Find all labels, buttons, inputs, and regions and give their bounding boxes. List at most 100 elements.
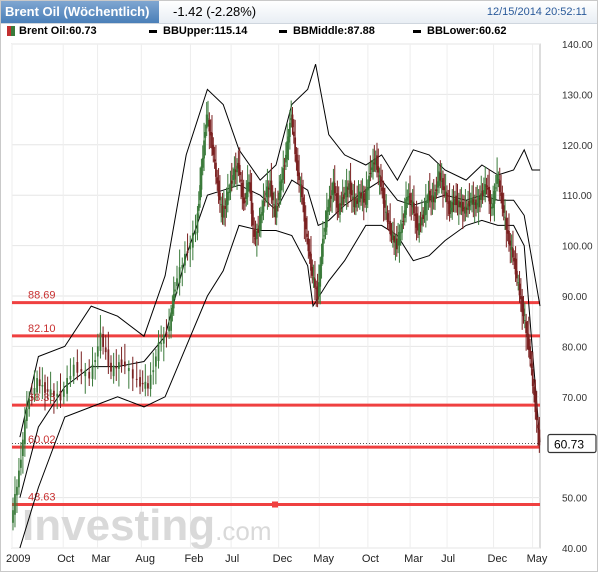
candle-body xyxy=(181,265,184,269)
candle-body xyxy=(413,203,415,214)
candle-body xyxy=(76,362,79,373)
x-tick-label: Dec xyxy=(488,553,508,565)
candle-body xyxy=(530,363,533,368)
x-tick-label: Mar xyxy=(404,553,423,565)
candle-body xyxy=(253,229,256,237)
candle-body xyxy=(448,200,451,214)
candle-body xyxy=(44,382,46,393)
candle-body xyxy=(538,429,541,446)
candle-body xyxy=(424,201,427,215)
x-tick-label: Feb xyxy=(184,553,203,565)
candle-body xyxy=(238,164,241,176)
candle-body xyxy=(509,240,512,246)
candle-body xyxy=(485,185,488,187)
candle-body xyxy=(115,366,118,369)
candle-body xyxy=(168,326,170,332)
candle-body xyxy=(494,187,497,189)
candle-body xyxy=(56,393,59,397)
level-anchor-marker[interactable] xyxy=(272,501,278,508)
candle-body xyxy=(319,264,322,287)
candle-body xyxy=(154,356,157,367)
y-tick-label: 110.00 xyxy=(562,191,592,202)
candle-body xyxy=(110,362,112,372)
candle-body xyxy=(127,367,130,372)
candle-body xyxy=(241,182,244,198)
candle-body xyxy=(165,331,168,335)
candle-body xyxy=(365,189,368,205)
candle-body xyxy=(176,278,178,286)
candle-body xyxy=(224,205,227,209)
x-tick-label: 2009 xyxy=(6,553,30,565)
x-tick-label: Jul xyxy=(225,553,239,565)
candle-body xyxy=(69,375,72,380)
candle-body xyxy=(196,213,199,233)
y-tick-label: 80.00 xyxy=(562,342,587,353)
candle-body xyxy=(279,181,282,198)
y-tick-label: 50.00 xyxy=(562,494,587,505)
candle-body xyxy=(14,493,16,515)
candle-body xyxy=(446,192,448,203)
candle-body xyxy=(525,321,528,334)
candle-body xyxy=(435,189,438,192)
level-label: 82.10 xyxy=(28,323,56,335)
candle-body xyxy=(292,131,295,137)
candle-body xyxy=(201,157,204,168)
y-tick-label: 100.00 xyxy=(562,242,593,253)
candle-body xyxy=(529,346,531,359)
candle-body xyxy=(240,179,242,182)
candle-body xyxy=(271,192,274,201)
candle-body xyxy=(535,408,538,421)
candle-body xyxy=(178,267,181,283)
candle-body xyxy=(522,308,525,317)
candle-body xyxy=(112,365,115,377)
candle-body xyxy=(204,132,207,138)
candle-body xyxy=(170,312,172,331)
candle-body xyxy=(369,173,372,175)
x-tick-label: Oct xyxy=(362,553,379,565)
level-label: 60.02 xyxy=(28,434,56,446)
candle-body xyxy=(531,369,534,387)
candle-body xyxy=(512,248,514,258)
x-tick-label: May xyxy=(527,553,548,565)
candle-body xyxy=(402,220,405,222)
candle-body xyxy=(12,510,14,523)
candle-body xyxy=(262,200,265,213)
candle-body xyxy=(368,175,370,188)
candle-body xyxy=(123,361,126,367)
candle-body xyxy=(277,203,279,205)
current-price-value: 60.73 xyxy=(554,438,584,452)
candle-body xyxy=(461,202,464,212)
candle-body xyxy=(287,136,290,143)
candle-body xyxy=(66,378,69,394)
candle-body xyxy=(62,389,65,397)
candle-body xyxy=(162,334,165,344)
candle-body xyxy=(464,206,467,214)
candle-body xyxy=(219,192,221,201)
candle-body xyxy=(333,182,336,194)
candle-body xyxy=(329,195,332,199)
candle-body xyxy=(492,203,495,209)
candle-body xyxy=(443,186,446,191)
candle-body xyxy=(23,419,26,445)
candle-body xyxy=(377,166,380,173)
candle-body xyxy=(229,183,232,193)
candle-body xyxy=(299,184,302,186)
candle-body xyxy=(152,370,155,373)
candle-body xyxy=(21,439,24,457)
candle-body xyxy=(149,374,152,389)
candle-body xyxy=(246,182,249,198)
candle-body xyxy=(455,195,458,206)
candle-body xyxy=(439,172,442,181)
candle-body xyxy=(184,253,186,266)
candle-body xyxy=(273,204,275,206)
candle-body xyxy=(291,114,294,128)
candle-body xyxy=(498,180,501,192)
candle-body xyxy=(320,256,323,267)
candle-body xyxy=(172,294,175,309)
candle-body xyxy=(96,346,99,357)
chart-area[interactable]: 140.00 130.00 120.00 110.00 100.00 90.00 80.00… xyxy=(0,0,598,572)
candle-body xyxy=(328,198,331,208)
candle-body xyxy=(517,282,520,284)
candle-body xyxy=(384,200,386,208)
candle-body xyxy=(171,307,174,314)
